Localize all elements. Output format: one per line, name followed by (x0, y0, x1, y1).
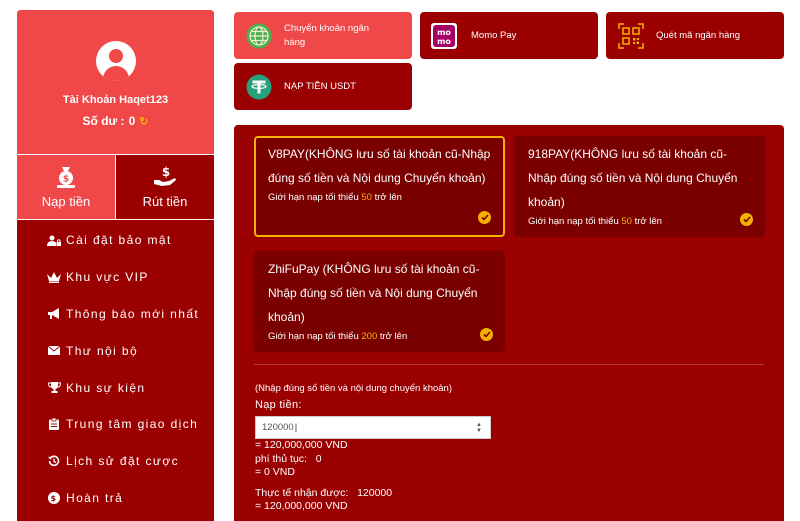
amount-stepper[interactable]: ▲ ▼ (476, 422, 482, 434)
channel-title: V8PAY(KHÔNG lưu số tài khoản cũ-Nhập đún… (268, 147, 491, 185)
actual-received: Thực tế nhận được: 120000 (255, 486, 393, 499)
username: Tài Khoản Haqet123 (62, 94, 169, 106)
balance-label: Số dư : (82, 114, 125, 128)
deposit-panel: V8PAY(KHÔNG lưu số tài khoản cũ-Nhập đún… (234, 125, 784, 521)
withdraw-button[interactable]: $ Rút tiền (115, 155, 214, 219)
menu-item-label: Khu vực VIP (66, 270, 149, 285)
tab-bank-qr[interactable]: Quét mã ngân hàng (606, 12, 784, 59)
actual-converted: = 120,000,000 VND (255, 500, 348, 512)
limit-prefix: Giới hạn nạp tối thiểu (528, 216, 619, 227)
trophy-icon (47, 382, 61, 394)
tab-label: Chuyển khoản ngân hàng (284, 22, 370, 48)
balance: Số dư : 0 ↻ (83, 114, 149, 128)
sidebar: Tài Khoản Haqet123 Số dư : 0 ↻ $ Nạp tiề… (17, 10, 214, 521)
withdraw-label: Rút tiền (142, 193, 188, 209)
menu-item-transactions[interactable]: Trung tâm giao dịch (17, 406, 214, 443)
channel-title: ZhiFuPay (KHÔNG lưu số tài khoản cũ-Nhập… (268, 262, 480, 324)
limit-amount: 200 (361, 331, 378, 342)
divider (254, 364, 764, 365)
tab-label: NẠP TIỀN USDT (284, 80, 356, 92)
menu-item-rebate[interactable]: $ Hoàn trả (17, 480, 214, 517)
user-lock-icon (47, 234, 61, 246)
limit-prefix: Giới hạn nạp tối thiểu (268, 192, 359, 203)
avatar (95, 41, 136, 81)
clipboard-icon (47, 418, 61, 431)
channel-card-918pay[interactable]: 918PAY(KHÔNG lưu số tài khoản cũ-Nhập đú… (514, 136, 765, 237)
money-bag-icon: $ (57, 166, 75, 188)
channel-title: 918PAY(KHÔNG lưu số tài khoản cũ-Nhập đú… (528, 147, 738, 209)
sidebar-menu: Cài đặt bảo mật Khu vực VIP Thông báo mớ… (17, 220, 214, 516)
refresh-icon[interactable]: ↻ (139, 115, 148, 128)
limit-amount: 50 (621, 216, 632, 227)
check-icon (478, 211, 491, 224)
qr-code-icon (618, 22, 644, 49)
tab-usdt[interactable]: NẠP TIỀN USDT (234, 63, 412, 110)
deposit-label: Nạp tiền (41, 193, 91, 209)
channel-card-zhifupay[interactable]: ZhiFuPay (KHÔNG lưu số tài khoản cũ-Nhập… (254, 251, 505, 352)
tab-bank-transfer[interactable]: Chuyển khoản ngân hàng (234, 12, 412, 59)
menu-item-label: Hoàn trả (66, 490, 124, 505)
wallet-actions: $ Nạp tiền $ Rút tiền (17, 154, 214, 220)
dollar-circle-icon: $ (47, 491, 61, 504)
check-icon (480, 328, 493, 341)
menu-item-vip[interactable]: Khu vực VIP (17, 259, 214, 296)
profile-panel: Tài Khoản Haqet123 Số dư : 0 ↻ (17, 10, 214, 154)
check-icon (740, 213, 753, 226)
deposit-form: (Nhập đúng số tiền và nội dung chuyển kh… (255, 383, 491, 514)
limit-suffix: trở lên (379, 331, 408, 342)
menu-item-label: Thư nội bộ (66, 343, 139, 358)
amount-label: Nạp tiền: (255, 399, 302, 411)
menu-item-inbox[interactable]: Thư nội bộ (17, 332, 214, 369)
tab-label: Momo Pay (471, 29, 517, 41)
menu-item-label: Lịch sử đặt cược (66, 454, 180, 469)
megaphone-icon (47, 308, 61, 320)
svg-text:$: $ (51, 494, 58, 503)
momo-logo: mo mo (431, 22, 457, 49)
channel-limit: Giới hạn nạp tối thiểu 50 trở lên (528, 216, 751, 227)
limit-prefix: Giới hạn nạp tối thiểu (268, 331, 359, 342)
channel-limit: Giới hạn nạp tối thiểu 200 trở lên (268, 331, 491, 342)
svg-text:$: $ (162, 166, 170, 179)
fee-converted: = 0 VND (255, 466, 295, 478)
menu-item-label: Cài đặt bảo mật (66, 233, 172, 248)
history-icon (47, 455, 61, 467)
channel-limit: Giới hạn nạp tối thiểu 50 trở lên (268, 192, 491, 203)
menu-item-security[interactable]: Cài đặt bảo mật (17, 222, 214, 259)
menu-item-bet-history[interactable]: Lịch sử đặt cược (17, 443, 214, 480)
deposit-button[interactable]: $ Nạp tiền (17, 155, 115, 219)
crown-icon (47, 271, 61, 283)
tether-icon (246, 74, 272, 100)
form-hint: (Nhập đúng số tiền và nội dung chuyển kh… (255, 383, 452, 394)
limit-amount: 50 (361, 192, 372, 203)
envelope-icon (47, 345, 61, 357)
svg-text:mo: mo (437, 37, 451, 46)
globe-icon (246, 23, 272, 49)
limit-suffix: trở lên (634, 216, 662, 227)
amount-value: 120000 (262, 422, 297, 433)
menu-item-label: Khu sự kiện (66, 380, 146, 395)
stepper-down-icon[interactable]: ▼ (476, 428, 482, 434)
limit-suffix: trở lên (374, 192, 402, 203)
menu-item-label: Trung tâm giao dịch (66, 417, 199, 432)
menu-item-label: Thông báo mới nhất (66, 306, 200, 321)
amount-input[interactable]: 120000 ▲ ▼ (255, 416, 491, 439)
tab-label: Quét mã ngân hàng (656, 29, 740, 41)
tab-momo-pay[interactable]: mo mo Momo Pay (420, 12, 598, 59)
hand-dollar-icon: $ (154, 166, 176, 186)
fee-line: phí thủ tục: 0 (255, 452, 322, 465)
svg-text:mo: mo (437, 28, 451, 37)
amount-converted: = 120,000,000 VND (255, 439, 348, 451)
menu-item-events[interactable]: Khu sự kiện (17, 369, 214, 406)
balance-value: 0 (128, 114, 136, 128)
page: Tài Khoản Haqet123 Số dư : 0 ↻ $ Nạp tiề… (0, 0, 800, 521)
svg-text:$: $ (63, 174, 69, 184)
menu-item-news[interactable]: Thông báo mới nhất (17, 296, 214, 333)
channel-card-v8pay[interactable]: V8PAY(KHÔNG lưu số tài khoản cũ-Nhập đún… (254, 136, 505, 237)
